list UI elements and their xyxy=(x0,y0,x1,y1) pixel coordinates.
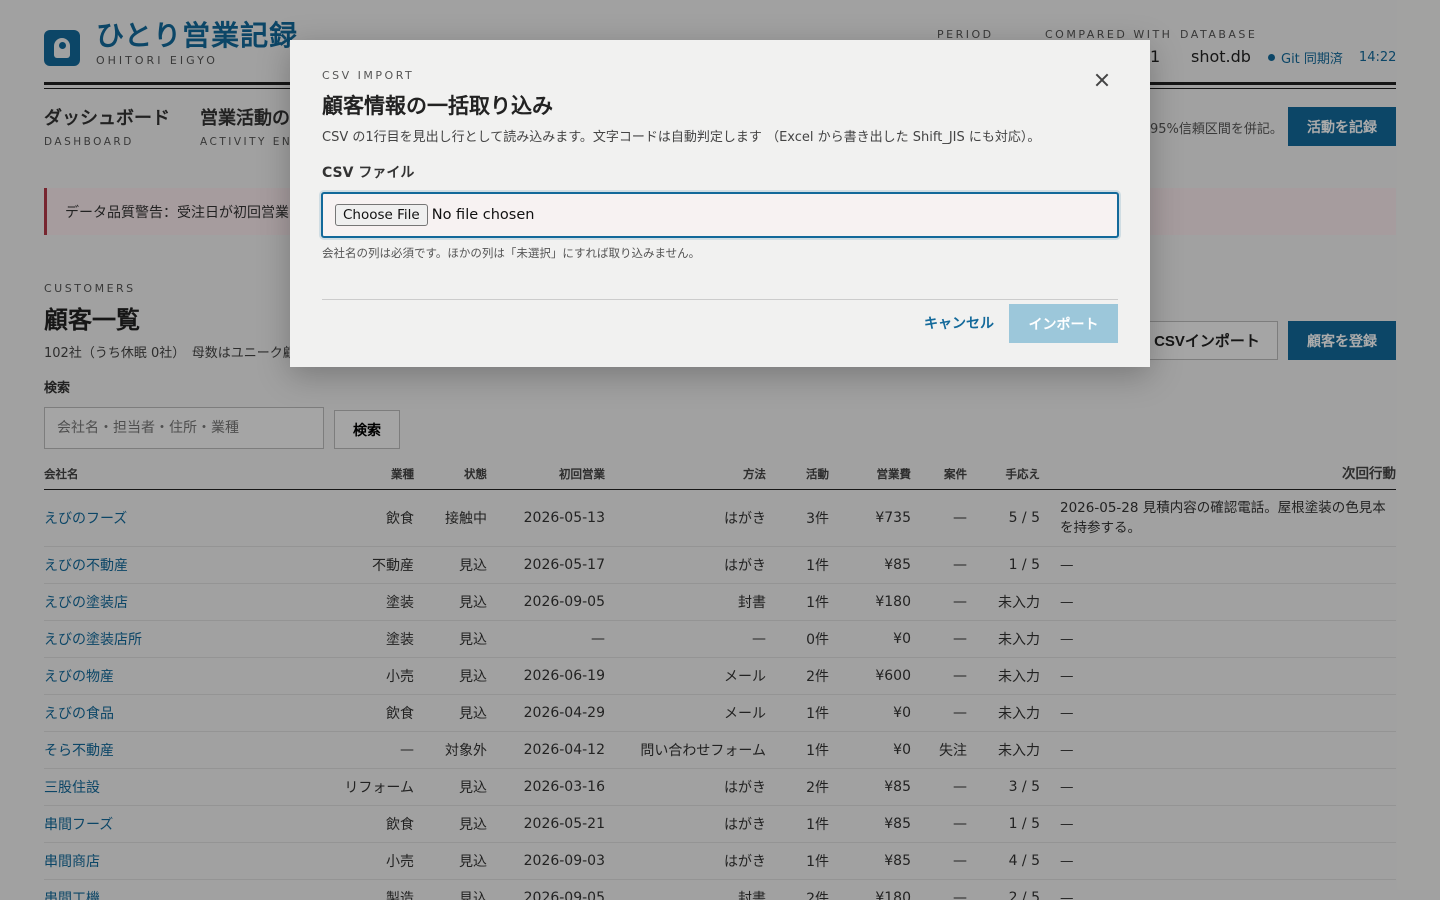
close-icon[interactable] xyxy=(1090,68,1114,92)
dialog-description: CSV の1行目を見出し行として読み込みます。文字コードは自動判定します （Ex… xyxy=(322,130,1041,145)
choose-file-button[interactable]: Choose File xyxy=(335,204,428,226)
dialog-hint: 会社名の列は必須です。ほかの列は「未選択」にすれば取り込みません。 xyxy=(322,246,701,260)
file-status: No file chosen xyxy=(431,207,535,223)
import-button[interactable]: インポート xyxy=(1009,304,1118,343)
csv-file-label: CSV ファイル xyxy=(322,165,415,181)
csv-file-input[interactable]: Choose File No file chosen xyxy=(321,192,1119,238)
cancel-button[interactable]: キャンセル xyxy=(920,304,998,342)
dialog-divider xyxy=(322,299,1118,300)
dialog-title: 顧客情報の一括取り込み xyxy=(322,94,553,118)
dialog-kicker: CSV IMPORT xyxy=(322,69,415,82)
csv-import-dialog: CSV IMPORT 顧客情報の一括取り込み CSV の1行目を見出し行として読… xyxy=(290,40,1150,367)
